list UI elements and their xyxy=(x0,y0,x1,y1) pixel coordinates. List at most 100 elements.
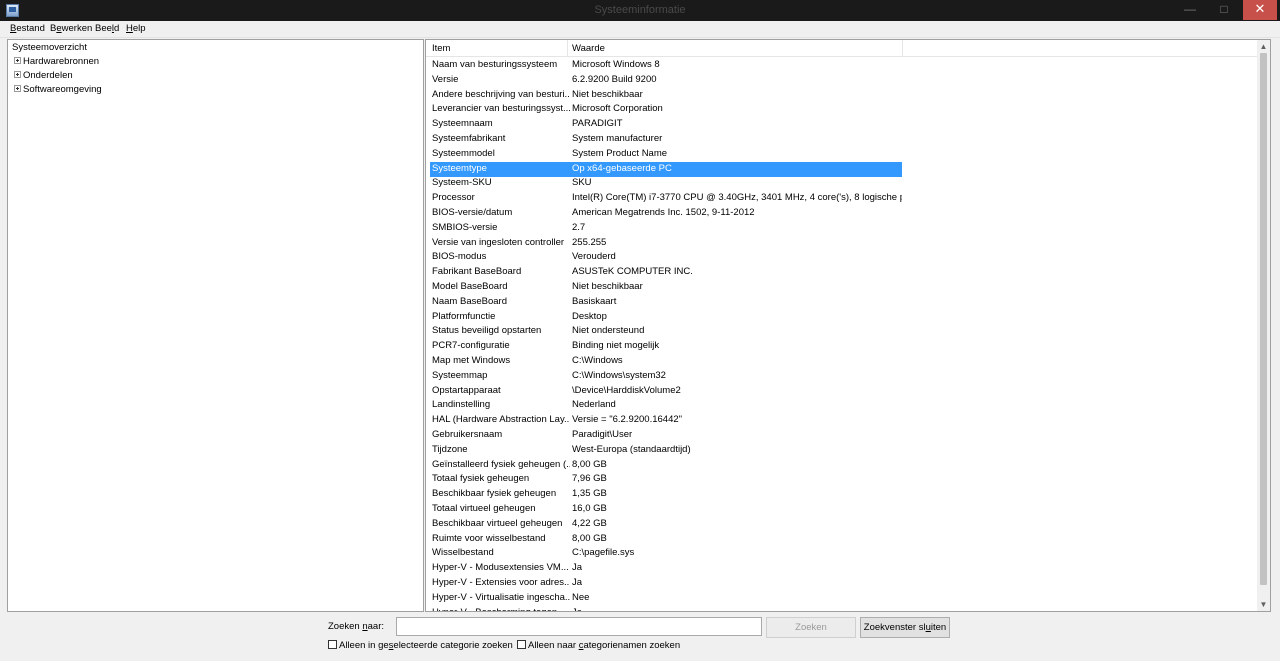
expand-plus-icon[interactable] xyxy=(14,84,21,92)
row-value-cell: C:\Windows\system32 xyxy=(572,369,666,381)
list-header: Item Waarde xyxy=(426,40,1270,57)
row-item-cell: Hyper-V - Extensies voor adres... xyxy=(432,577,570,588)
checkbox-box[interactable] xyxy=(517,639,526,649)
table-row[interactable]: Systeemmap C:\Windows\system32 xyxy=(430,369,902,384)
row-value-cell: C:\Windows xyxy=(572,355,623,366)
scrollbar-thumb[interactable] xyxy=(1260,53,1267,585)
tree-item-system-summary[interactable]: Systeemoverzicht xyxy=(12,42,87,53)
table-row[interactable]: Versie 6.2.9200 Build 9200 xyxy=(430,73,902,88)
table-row[interactable]: Hyper-V - Bescherming tegen ...Ja xyxy=(430,606,902,611)
search-input[interactable] xyxy=(396,617,762,636)
table-row[interactable]: BIOS-versie/datum American Megatrends Inc… xyxy=(430,206,902,221)
table-row[interactable]: Hyper-V - Virtualisatie ingescha... Nee xyxy=(430,591,902,606)
row-value-cell: 8,00 GB xyxy=(572,458,607,470)
row-item-cell: Fabrikant BaseBoard xyxy=(432,266,522,278)
search-button[interactable]: Zoeken xyxy=(766,617,856,638)
table-row[interactable]: Ruimte voor wisselbestand 8,00 GB xyxy=(430,532,902,547)
column-header-item[interactable]: Item xyxy=(432,43,450,54)
row-value-cell: System Product Name xyxy=(572,147,668,159)
column-divider[interactable] xyxy=(902,40,903,57)
vertical-scrollbar[interactable]: ▲ ▼ xyxy=(1257,40,1270,611)
table-row[interactable]: Beschikbaar fysiek geheugen 1,35 GB xyxy=(430,487,902,502)
row-item-cell: HAL (Hardware Abstraction Lay... xyxy=(432,414,570,426)
table-row[interactable]: Fabrikant BaseBoard ASUSTeK COMPUTER INC. xyxy=(430,265,902,280)
table-row[interactable]: Platformfunctie Desktop xyxy=(430,310,902,325)
tree-item-components[interactable]: Onderdelen xyxy=(14,70,73,81)
table-row[interactable]: Map met Windows C:\Windows xyxy=(430,354,902,369)
scroll-up-arrow-icon[interactable]: ▲ xyxy=(1257,40,1270,53)
table-row[interactable]: Systeemnaam PARADIGIT xyxy=(430,117,902,132)
row-item-cell: Ruimte voor wisselbestand xyxy=(432,532,546,544)
tree-item-hardware-resources[interactable]: Hardwarebronnen xyxy=(14,56,99,67)
row-item-cell: Platformfunctie xyxy=(432,310,496,322)
row-value-cell: Verouderd xyxy=(572,251,616,263)
row-value-cell: 7,96 GB xyxy=(572,473,607,485)
row-value-cell: 1,35 GB xyxy=(572,488,607,500)
row-value-cell: Desktop xyxy=(572,310,607,322)
row-item-cell: Naam van besturingssysteem xyxy=(432,59,558,70)
row-value-cell: Intel(R) Core(TM) i7-3770 CPU @ 3.40GHz,… xyxy=(572,192,902,204)
row-item-cell: Systeemfabrikant xyxy=(432,133,506,144)
table-row[interactable]: Gebruikersnaam Paradigit\User xyxy=(430,428,902,443)
table-row[interactable]: Hyper-V - Modusextensies VM... Ja xyxy=(430,561,902,576)
minimize-button[interactable]: — xyxy=(1173,0,1207,20)
window-title: Systeeminformatie xyxy=(594,4,686,16)
table-row[interactable]: Systeemmodel System Product Name xyxy=(430,147,902,162)
row-item-cell: Hyper-V - Virtualisatie ingescha... xyxy=(432,591,570,603)
table-row[interactable]: Totaal fysiek geheugen 7,96 GB xyxy=(430,472,902,487)
row-item-cell: Systeemmodel xyxy=(432,147,495,159)
tree-item-label: Onderdelen xyxy=(23,70,73,81)
column-header-value[interactable]: Waarde xyxy=(572,43,605,54)
table-row[interactable]: Totaal virtueel geheugen 16,0 GB xyxy=(430,502,902,517)
table-row[interactable]: Geïnstalleerd fysiek geheugen (... 8,00 G… xyxy=(430,458,902,473)
menu-file[interactable]: Bestand xyxy=(10,23,45,34)
maximize-button[interactable]: □ xyxy=(1207,0,1241,20)
row-value-cell: Nederland xyxy=(572,399,616,411)
row-value-cell: Niet beschikbaar xyxy=(572,281,643,292)
table-row[interactable]: Leverancier van besturingssyst... Microso… xyxy=(430,102,902,117)
scroll-down-arrow-icon[interactable]: ▼ xyxy=(1257,598,1270,611)
row-item-cell: Systeemnaam xyxy=(432,118,493,130)
expand-plus-icon[interactable] xyxy=(14,70,21,78)
expand-plus-icon[interactable] xyxy=(14,56,21,64)
table-row[interactable]: HAL (Hardware Abstraction Lay... Versie =… xyxy=(430,413,902,428)
table-row[interactable]: Andere beschrijving van besturi... Niet b… xyxy=(430,88,902,103)
table-row[interactable]: Wisselbestand C:\pagefile.sys xyxy=(430,546,902,561)
menu-view[interactable]: Beeld xyxy=(95,23,119,34)
table-row[interactable]: Hyper-V - Extensies voor adres... Ja xyxy=(430,576,902,591)
table-row[interactable]: Landinstelling Nederland xyxy=(430,398,902,413)
table-row[interactable]: Versie van ingesloten controller 255.255 xyxy=(430,236,902,251)
table-row[interactable]: BIOS-modus Verouderd xyxy=(430,250,902,265)
row-item-cell: Naam BaseBoard xyxy=(432,295,507,307)
search-selected-category-checkbox[interactable]: Alleen in geselecteerde categorie zoeken xyxy=(328,639,513,651)
details-list: Item Waarde Naam van besturingssysteem Mi… xyxy=(425,39,1271,612)
table-row[interactable]: PCR7-configuratie Binding niet mogelijk xyxy=(430,339,902,354)
table-row[interactable]: Status beveiligd opstarten Niet ondersteu… xyxy=(430,324,902,339)
close-search-button[interactable]: Zoekvenster sluiten xyxy=(860,617,950,638)
table-row[interactable]: Tijdzone West-Europa (standaardtijd) xyxy=(430,443,902,458)
row-value-cell: Nee xyxy=(572,591,590,603)
tree-item-software-environment[interactable]: Softwareomgeving xyxy=(14,84,102,95)
list-rows: Naam van besturingssysteem Microsoft Wind… xyxy=(426,58,1259,611)
table-row[interactable]: Processor Intel(R) Core(TM) i7-3770 CPU @… xyxy=(430,191,902,206)
row-item-cell: Model BaseBoard xyxy=(432,281,508,292)
tree-item-label: Hardwarebronnen xyxy=(23,56,100,67)
menu-help[interactable]: Help xyxy=(126,23,146,34)
row-value-cell: West-Europa (standaardtijd) xyxy=(572,443,691,455)
close-window-button[interactable]: ✕ xyxy=(1243,0,1277,20)
table-row[interactable]: Naam van besturingssysteem Microsoft Wind… xyxy=(430,58,902,73)
table-row[interactable]: Model BaseBoard Niet beschikbaar xyxy=(430,280,902,295)
column-divider[interactable] xyxy=(567,40,568,57)
table-row[interactable]: Opstartapparaat \Device\HarddiskVolume2 xyxy=(430,384,902,399)
menu-bar: Bestand Bewerken Beeld Help xyxy=(0,21,1280,38)
table-row[interactable]: Systeemfabrikant System manufacturer xyxy=(430,132,902,147)
table-row[interactable]: SMBIOS-versie 2.7 xyxy=(430,221,902,236)
table-row[interactable]: Naam BaseBoard Basiskaart xyxy=(430,295,902,310)
menu-edit[interactable]: Bewerken xyxy=(50,23,92,34)
checkbox-box[interactable] xyxy=(328,639,337,649)
table-row[interactable]: Beschikbaar virtueel geheugen 4,22 GB xyxy=(430,517,902,532)
search-category-names-checkbox[interactable]: Alleen naar categorienamen zoeken xyxy=(517,639,680,651)
row-item-cell: Systeem-SKU xyxy=(432,177,492,189)
table-row[interactable]: Systeem-SKU SKU xyxy=(430,176,902,191)
table-row[interactable]: Systeemtype Op x64-gebaseerde PC xyxy=(430,161,902,177)
